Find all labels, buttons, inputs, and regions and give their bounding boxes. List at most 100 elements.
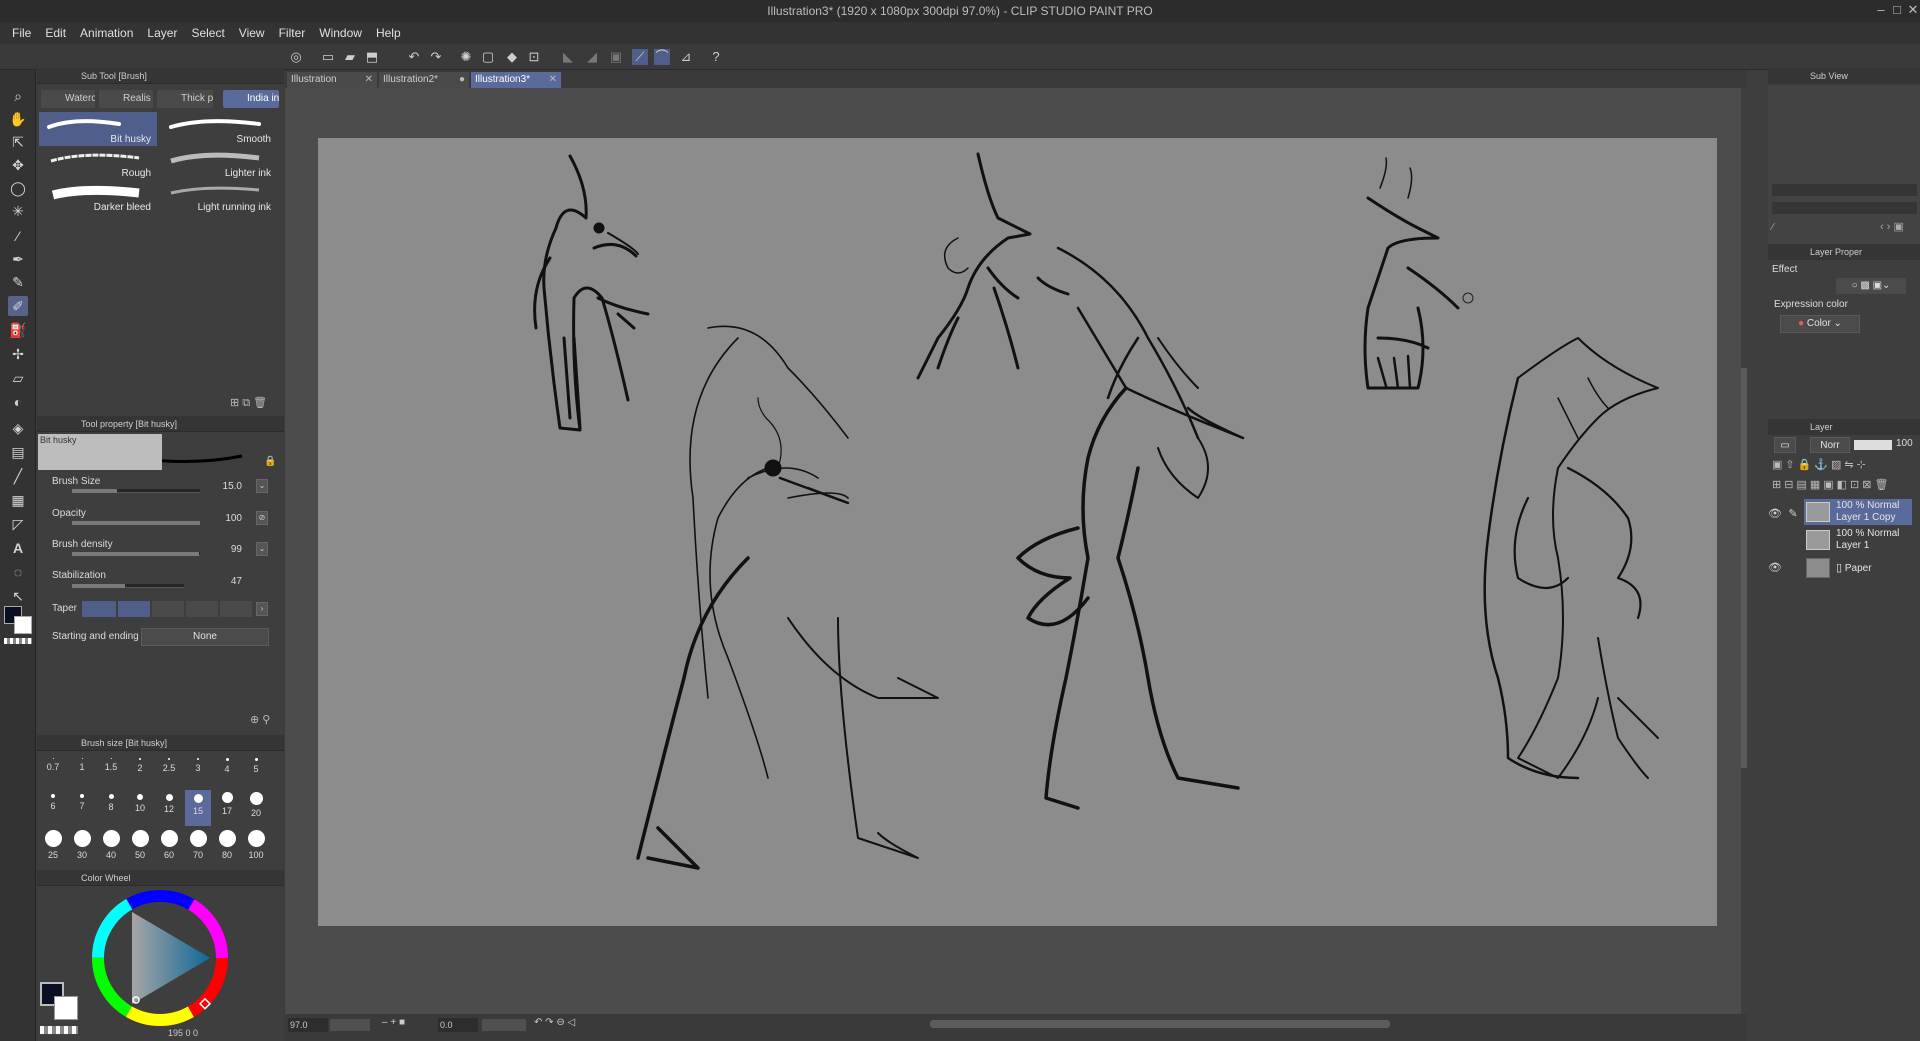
- rotation-slider[interactable]: [482, 1019, 526, 1031]
- close-button[interactable]: ✕: [1904, 2, 1920, 18]
- menu-window[interactable]: Window: [312, 22, 369, 40]
- brush-item-light-running-ink[interactable]: Light running ink: [159, 180, 277, 214]
- opacity-pressure-icon[interactable]: ⊘: [256, 511, 268, 525]
- layer-color-select[interactable]: ▭: [1774, 437, 1796, 453]
- zoom-buttons-icon[interactable]: – + ■: [382, 1017, 405, 1028]
- taper-arrow-icon[interactable]: ›: [256, 602, 268, 616]
- layer-toolbar-icons[interactable]: ▣⇧🔒⚓▨⇋⊹: [1772, 458, 1869, 471]
- menu-file[interactable]: File: [5, 22, 38, 40]
- transparent-color-box[interactable]: [40, 1026, 78, 1034]
- brush-item-lighter-ink[interactable]: Lighter ink: [159, 146, 277, 180]
- brush-size-30[interactable]: 30: [69, 830, 95, 860]
- decoration-icon[interactable]: ✢: [8, 344, 28, 364]
- brush-size-2-5[interactable]: 2.5: [156, 758, 182, 773]
- brush-size-10[interactable]: 10: [127, 794, 153, 813]
- tab-realistic[interactable]: Realis: [99, 90, 153, 108]
- subview-eyedropper-icon[interactable]: ⁄: [1772, 222, 1774, 233]
- stabilization-slider[interactable]: [72, 584, 184, 588]
- eraser-icon[interactable]: ▱: [8, 368, 28, 388]
- brush-size-60[interactable]: 60: [156, 830, 182, 860]
- brush-density-slider[interactable]: [72, 552, 200, 556]
- tab-illustration3[interactable]: Illustration3* ✕: [471, 72, 561, 88]
- eye-icon[interactable]: 👁: [1768, 507, 1782, 521]
- taper-segment[interactable]: [220, 601, 252, 617]
- color-wheel[interactable]: [90, 888, 230, 1028]
- brush-size-dropdown-icon[interactable]: ⌄: [256, 479, 268, 493]
- tab-thick-paint[interactable]: Thick p: [157, 90, 213, 108]
- magic-wand-icon[interactable]: ✳: [8, 201, 28, 221]
- layer-row[interactable]: 100 % Normal Layer 1: [1804, 527, 1912, 553]
- correct-line-icon[interactable]: ↖: [8, 586, 28, 606]
- clip-studio-icon[interactable]: ◎: [288, 49, 304, 65]
- airbrush-icon[interactable]: ⛽: [8, 320, 28, 340]
- open-file-icon[interactable]: ▰: [342, 49, 358, 65]
- stabilization-value[interactable]: 47: [212, 576, 242, 587]
- subtool-footer-icons[interactable]: ⊞ ⧉ 🗑: [230, 396, 267, 410]
- layer-row[interactable]: ▯ Paper: [1804, 555, 1912, 581]
- starting-ending-select[interactable]: None: [141, 628, 269, 646]
- redo-icon[interactable]: ↷: [428, 49, 444, 65]
- brush-size-80[interactable]: 80: [214, 830, 240, 860]
- menu-select[interactable]: Select: [184, 22, 231, 40]
- ruler-icon[interactable]: ◸: [8, 514, 28, 534]
- lock-icon[interactable]: 🔒: [264, 456, 276, 467]
- brush-size-slider[interactable]: [72, 489, 200, 493]
- new-file-icon[interactable]: ▭: [320, 49, 336, 65]
- brush-size-2[interactable]: 2: [127, 758, 153, 773]
- layer-toolbar-icons-2[interactable]: ⊞⊟▤▦▣◧⊡⊠🗑: [1772, 478, 1891, 491]
- text-icon[interactable]: A: [8, 538, 28, 558]
- rotation-field[interactable]: 0.0: [438, 1018, 478, 1032]
- clear-icon[interactable]: ✺: [458, 49, 474, 65]
- brush-density-dropdown-icon[interactable]: ⌄: [256, 542, 268, 556]
- tab-india-ink[interactable]: India in: [223, 90, 279, 108]
- menu-layer[interactable]: Layer: [140, 22, 184, 40]
- brush-size-value[interactable]: 15.0: [212, 481, 242, 492]
- brush-size-3[interactable]: 3: [185, 758, 211, 773]
- blend-mode-select[interactable]: Norr: [1810, 437, 1850, 453]
- snap-ruler-icon[interactable]: ⟋: [632, 49, 648, 65]
- sub-color-swatch[interactable]: [14, 616, 32, 634]
- brush-item-darker-bleed[interactable]: Darker bleed: [39, 180, 157, 214]
- brush-size-17[interactable]: 17: [214, 792, 240, 816]
- move-layer-icon[interactable]: ✥: [8, 155, 28, 175]
- taper-segment[interactable]: [186, 601, 218, 617]
- sub-color-box[interactable]: [54, 996, 78, 1020]
- close-tab-icon[interactable]: ●: [459, 72, 465, 88]
- close-tab-icon[interactable]: ✕: [549, 72, 557, 88]
- menu-help[interactable]: Help: [369, 22, 408, 40]
- blend-icon[interactable]: ◐: [8, 392, 28, 412]
- brush-item-rough[interactable]: Rough: [39, 146, 157, 180]
- frame-border-icon[interactable]: ▦: [8, 490, 28, 510]
- eye-icon[interactable]: 👁: [1768, 561, 1782, 575]
- brush-size-70[interactable]: 70: [185, 830, 211, 860]
- fill-bucket-icon[interactable]: ◈: [8, 418, 28, 438]
- brush-size-20[interactable]: 20: [243, 792, 269, 818]
- brush-density-value[interactable]: 99: [212, 544, 242, 555]
- taper-segment[interactable]: [118, 601, 150, 617]
- expression-color-select[interactable]: ● Color ⌄: [1780, 315, 1860, 333]
- brush-size-15[interactable]: 15: [185, 790, 211, 826]
- brush-item-smooth[interactable]: Smooth: [159, 112, 277, 146]
- help-icon[interactable]: ?: [708, 49, 724, 65]
- tool-property-footer-icons[interactable]: ⊕ ⚲: [250, 713, 270, 726]
- figure-icon[interactable]: ╱: [8, 466, 28, 486]
- horizontal-scrollbar[interactable]: [930, 1020, 1390, 1028]
- tab-illustration2[interactable]: Illustration2* ●: [379, 72, 469, 88]
- clear-outside-icon[interactable]: ▢: [480, 49, 496, 65]
- eyedropper-icon[interactable]: ⁄: [8, 226, 28, 246]
- layer-row[interactable]: 100 % Normal Layer 1 Copy: [1804, 499, 1912, 525]
- effect-buttons[interactable]: ○ ▩ ▣⌄: [1836, 278, 1906, 294]
- gradient-icon[interactable]: ▤: [8, 442, 28, 462]
- menu-animation[interactable]: Animation: [73, 22, 140, 40]
- hand-icon[interactable]: ✋: [8, 109, 28, 129]
- menu-view[interactable]: View: [232, 22, 272, 40]
- close-tab-icon[interactable]: ✕: [365, 72, 373, 88]
- transform-icon[interactable]: ⊡: [526, 49, 542, 65]
- brush-size-1-5[interactable]: 1.5: [98, 758, 124, 772]
- pen-icon[interactable]: ✒: [8, 249, 28, 269]
- menu-edit[interactable]: Edit: [38, 22, 73, 40]
- undo-icon[interactable]: ↶: [406, 49, 422, 65]
- brush-size-7[interactable]: 7: [69, 794, 95, 811]
- snap-special-ruler-icon[interactable]: ⌒: [654, 49, 670, 65]
- zoom-slider[interactable]: [330, 1019, 370, 1031]
